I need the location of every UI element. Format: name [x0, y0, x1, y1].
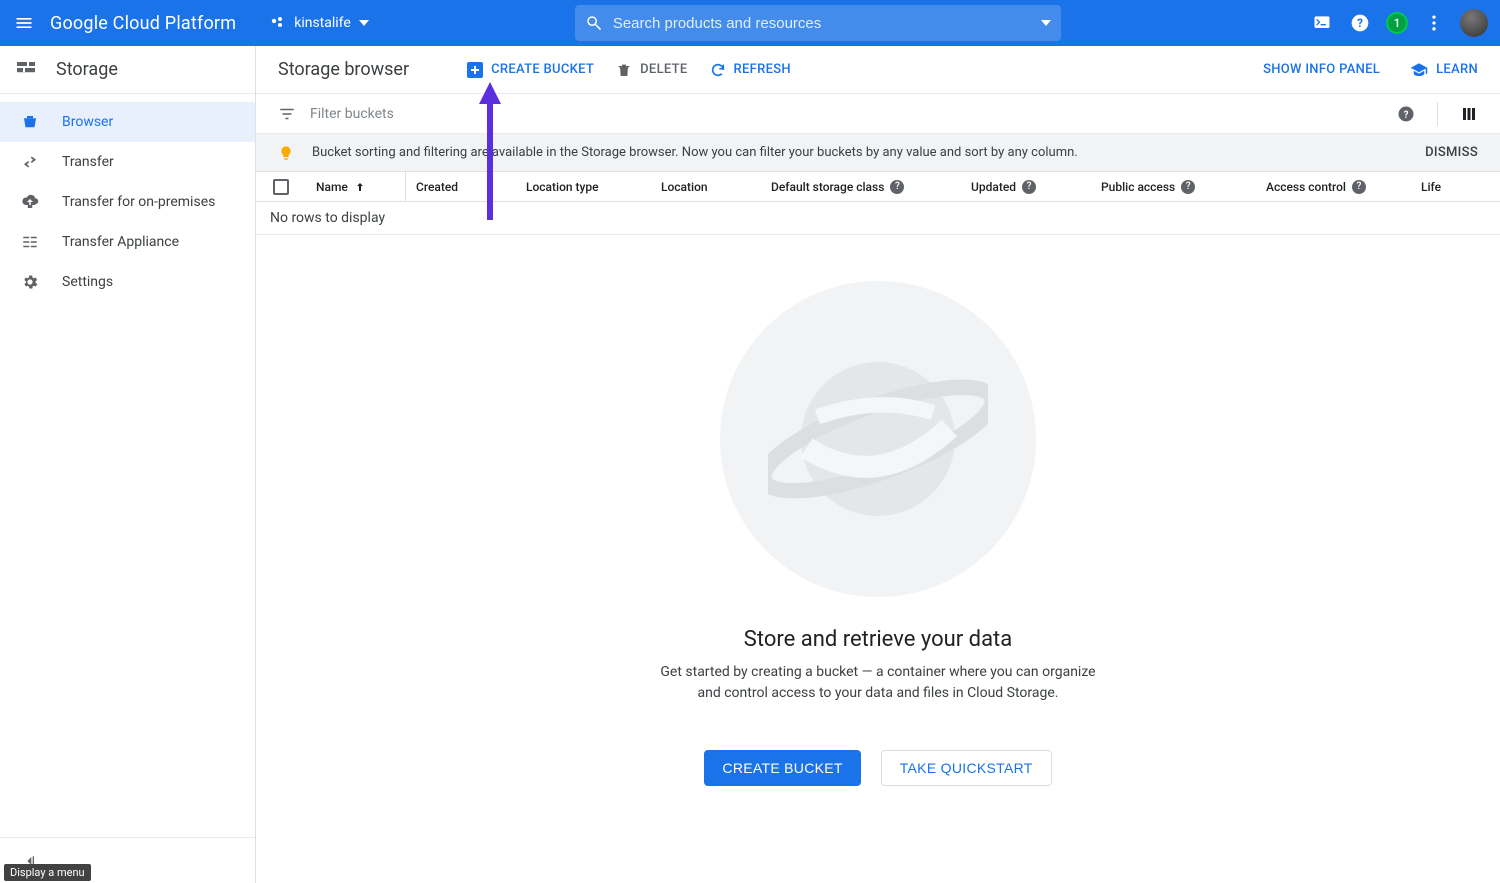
empty-description: Get started by creating a bucket — a con… [658, 662, 1098, 704]
th-lifecycle[interactable]: Life [1411, 180, 1451, 194]
sidebar: Storage Browser Transfer Transfer for on… [0, 46, 256, 883]
product-logo[interactable]: Google Cloud Platform [50, 13, 236, 34]
transfer-icon [20, 153, 40, 171]
notification-badge[interactable]: 1 [1386, 12, 1408, 34]
sort-asc-icon [354, 181, 366, 193]
search-box[interactable] [575, 5, 1061, 41]
sidebar-item-label: Browser [62, 114, 113, 130]
th-storage-class[interactable]: Default storage class? [761, 180, 961, 194]
footer-tooltip: Display a menu [4, 864, 91, 881]
sidebar-nav: Browser Transfer Transfer for on-premise… [0, 94, 255, 837]
columns-icon[interactable] [1460, 105, 1478, 123]
search-icon [585, 14, 603, 32]
topbar-right: ? 1 [1310, 9, 1488, 37]
th-location[interactable]: Location [651, 180, 761, 194]
search-container [575, 5, 1061, 41]
help-icon[interactable]: ? [1348, 11, 1372, 35]
top-bar: Google Cloud Platform kinstalife ? [0, 0, 1500, 46]
sidebar-item-browser[interactable]: Browser [0, 102, 255, 142]
chevron-down-icon [359, 20, 369, 26]
th-name[interactable]: Name [306, 172, 406, 201]
bucket-icon [20, 113, 40, 131]
sidebar-item-transfer[interactable]: Transfer [0, 142, 255, 182]
dismiss-button[interactable]: DISMISS [1425, 145, 1478, 160]
filter-row: Filter buckets ? [256, 94, 1500, 134]
lightbulb-icon [278, 145, 294, 161]
table-header: Name Created Location type Location Defa… [256, 172, 1500, 202]
trash-icon [616, 62, 632, 78]
empty-state: Store and retrieve your data Get started… [256, 235, 1500, 883]
sidebar-item-label: Transfer Appliance [62, 234, 179, 250]
menu-icon[interactable] [12, 11, 36, 35]
action-bar: Storage browser CREATE BUCKET DELETE REF… [256, 46, 1500, 94]
plus-icon [467, 62, 483, 78]
create-bucket-button[interactable]: CREATE BUCKET [467, 62, 594, 78]
create-bucket-cta-button[interactable]: CREATE BUCKET [704, 750, 860, 786]
th-updated[interactable]: Updated? [961, 180, 1091, 194]
help-icon[interactable]: ? [1022, 180, 1036, 194]
sidebar-item-settings[interactable]: Settings [0, 262, 255, 302]
page-title: Storage browser [278, 59, 409, 80]
empty-title: Store and retrieve your data [744, 627, 1012, 652]
storage-icon [14, 58, 38, 82]
svg-text:?: ? [1404, 109, 1409, 120]
appliance-icon [20, 233, 40, 251]
delete-button[interactable]: DELETE [616, 62, 687, 78]
sidebar-item-label: Transfer [62, 154, 114, 170]
th-created[interactable]: Created [406, 180, 516, 194]
th-location-type[interactable]: Location type [516, 180, 651, 194]
empty-row-message: No rows to display [256, 202, 1500, 235]
search-input[interactable] [613, 15, 1031, 32]
main-content: Storage browser CREATE BUCKET DELETE REF… [256, 46, 1500, 883]
project-selector[interactable]: kinstalife [264, 11, 375, 35]
help-icon[interactable]: ? [1352, 180, 1366, 194]
sidebar-footer: Display a menu [0, 837, 255, 883]
sidebar-header: Storage [0, 46, 255, 94]
learn-button[interactable]: LEARN [1410, 61, 1478, 79]
refresh-icon [710, 62, 726, 78]
filter-icon[interactable] [278, 105, 296, 123]
show-info-panel-button[interactable]: SHOW INFO PANEL [1263, 62, 1380, 77]
avatar[interactable] [1460, 9, 1488, 37]
info-banner: Bucket sorting and filtering are availab… [256, 134, 1500, 172]
sidebar-item-label: Transfer for on-premises [62, 194, 215, 210]
take-quickstart-button[interactable]: TAKE QUICKSTART [881, 750, 1052, 786]
sidebar-item-label: Settings [62, 274, 113, 290]
help-circle-icon[interactable]: ? [1397, 105, 1415, 123]
svg-text:?: ? [1357, 16, 1363, 30]
empty-actions: CREATE BUCKET TAKE QUICKSTART [704, 750, 1051, 786]
filter-input[interactable]: Filter buckets [310, 106, 394, 122]
help-icon[interactable]: ? [890, 180, 904, 194]
search-dropdown-icon[interactable] [1041, 20, 1051, 26]
th-public-access[interactable]: Public access? [1091, 180, 1256, 194]
refresh-button[interactable]: REFRESH [710, 62, 791, 78]
divider [1437, 102, 1438, 126]
sidebar-title: Storage [56, 59, 118, 80]
more-vert-icon[interactable] [1422, 11, 1446, 35]
th-checkbox[interactable] [256, 179, 306, 195]
banner-text: Bucket sorting and filtering are availab… [312, 145, 1078, 160]
empty-state-illustration [720, 281, 1036, 597]
help-icon[interactable]: ? [1181, 180, 1195, 194]
sidebar-item-transfer-onprem[interactable]: Transfer for on-premises [0, 182, 255, 222]
project-name: kinstalife [294, 15, 351, 31]
sidebar-item-transfer-appliance[interactable]: Transfer Appliance [0, 222, 255, 262]
cloud-shell-icon[interactable] [1310, 11, 1334, 35]
gear-icon [20, 273, 40, 291]
th-access-control[interactable]: Access control? [1256, 180, 1411, 194]
project-dots-icon [270, 15, 286, 31]
cloud-upload-icon [20, 193, 40, 211]
graduation-icon [1410, 61, 1428, 79]
